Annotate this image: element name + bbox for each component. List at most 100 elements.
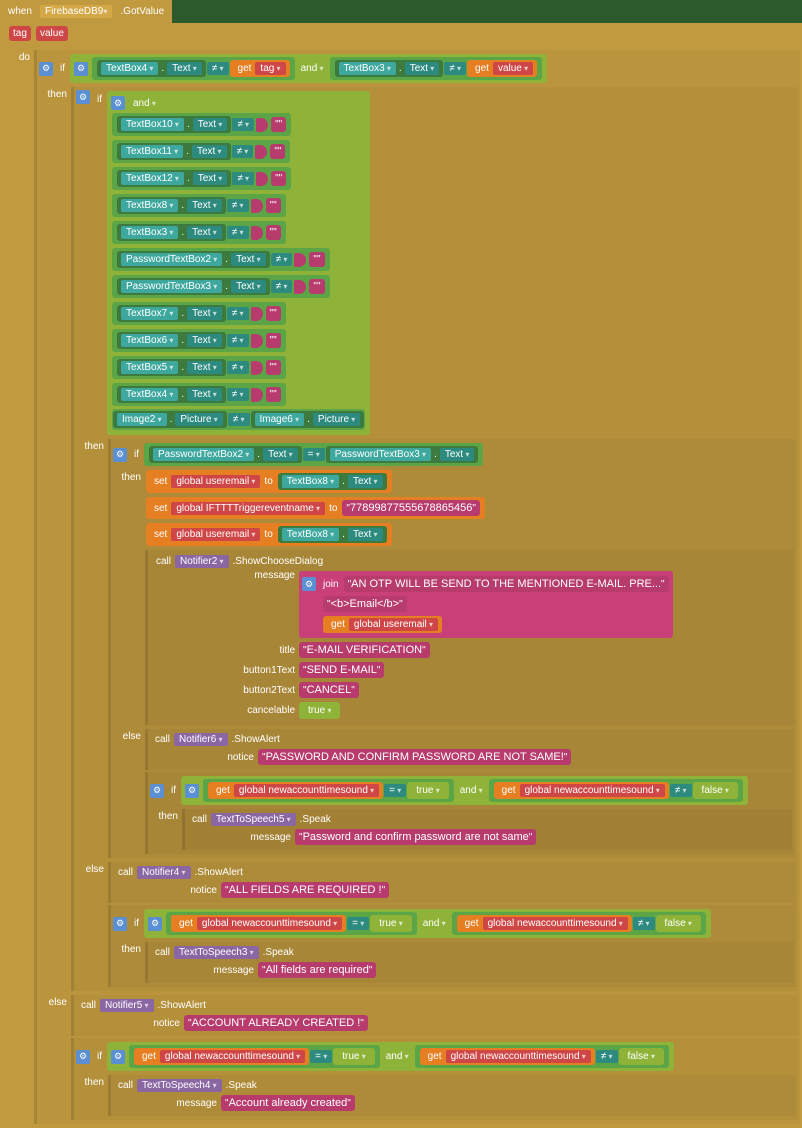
string-literal[interactable]: " " (266, 306, 281, 321)
gear-icon[interactable] (302, 577, 316, 591)
string-literal[interactable]: " " (266, 387, 281, 402)
property-getter[interactable]: TextBox3. Text (335, 60, 444, 77)
string-literal[interactable]: " " (271, 171, 286, 186)
when-keyword: when (4, 5, 36, 18)
property-getter[interactable]: TextBox3.Text (117, 224, 226, 241)
gear-icon[interactable] (76, 1050, 90, 1064)
compare-block[interactable]: getglobal newaccounttimesound=true (129, 1045, 380, 1068)
string-literal[interactable]: " PASSWORD AND CONFIRM PASSWORD ARE NOT … (258, 749, 571, 765)
gear-icon[interactable] (113, 448, 127, 462)
call-tts[interactable]: callTextToSpeech3.Speakmessage" All fiel… (145, 942, 794, 983)
string-literal[interactable]: " " (266, 360, 281, 375)
true-block[interactable]: true (299, 702, 340, 719)
component-dropdown[interactable]: FirebaseDB9 (40, 5, 112, 18)
string-literal[interactable]: " ACCOUNT ALREADY CREATED ! " (184, 1015, 368, 1031)
gear-icon[interactable] (111, 96, 125, 110)
compare-block[interactable]: PasswordTextBox3.Text≠" " (112, 275, 330, 298)
get-block[interactable]: get value (467, 60, 537, 77)
property-getter[interactable]: TextBox10.Text (117, 116, 231, 133)
call-tts[interactable]: callTextToSpeech4.Speakmessage" Account … (108, 1075, 796, 1116)
param-value[interactable]: value (36, 26, 68, 41)
property-getter[interactable]: TextBox5.Text (117, 359, 226, 376)
compare-block[interactable]: TextBox3. Text ≠ get value (330, 57, 543, 80)
socket-icon (251, 388, 263, 402)
property-getter[interactable]: TextBox6.Text (117, 332, 226, 349)
and-block[interactable]: TextBox4. Text ≠ get tag and TextBox3. T… (70, 54, 547, 83)
event-block[interactable]: when FirebaseDB9 .GotValue (0, 0, 172, 23)
string-literal[interactable]: " " (271, 117, 286, 132)
property-getter[interactable]: PasswordTextBox2.Text (117, 251, 270, 268)
gear-icon[interactable] (76, 90, 90, 104)
compare-block[interactable]: TextBox11.Text≠" " (112, 140, 290, 163)
join-block[interactable]: join " AN OTP WILL BE SEND TO THE MENTIO… (299, 571, 673, 638)
property-getter[interactable]: TextBox8.Text (117, 197, 226, 214)
compare-block[interactable]: TextBox8.Text≠" " (112, 194, 286, 217)
socket-icon (256, 118, 268, 132)
string-literal[interactable]: " " (266, 333, 281, 348)
string-literal[interactable]: " All fields are required " (258, 962, 376, 978)
set-block[interactable]: setglobal useremailtoTextBox8.Text (146, 523, 392, 546)
call-dialog[interactable]: call Notifier2 .ShowChooseDialog message… (145, 550, 794, 725)
gear-icon[interactable] (39, 62, 53, 76)
compare-block[interactable]: Image2.Picture ≠ Image6.Picture (112, 409, 365, 430)
property-getter[interactable]: TextBox4.Text (117, 386, 226, 403)
property-getter[interactable]: TextBox4. Text (97, 60, 206, 77)
property-getter[interactable]: TextBox12.Text (117, 170, 231, 187)
call-tts[interactable]: callTextToSpeech5.Speakmessage" Password… (182, 809, 792, 850)
get-block[interactable]: get tag (230, 60, 290, 77)
param-tag[interactable]: tag (9, 26, 31, 41)
string-literal[interactable]: " Account already created " (221, 1095, 355, 1111)
string-literal[interactable]: " " (266, 225, 281, 240)
string-literal[interactable]: " " (270, 144, 285, 159)
if-sound[interactable]: ifgetglobal newaccounttimesound=trueandg… (71, 1038, 798, 1120)
compare-block[interactable]: TextBox3.Text≠" " (112, 221, 286, 244)
compare-block[interactable]: PasswordTextBox2.Text = PasswordTextBox3… (144, 443, 483, 466)
property-getter[interactable]: PasswordTextBox3.Text (117, 278, 270, 295)
compare-block[interactable]: getglobal newaccounttimesound=true (166, 912, 417, 935)
gear-icon[interactable] (150, 784, 164, 798)
string-literal[interactable]: " ALL FIELDS ARE REQUIRED ! " (221, 882, 389, 898)
string-literal[interactable]: " " (266, 198, 281, 213)
string-literal[interactable]: " " (309, 252, 324, 267)
and-block[interactable]: getglobal newaccounttimesound=trueandget… (107, 1042, 674, 1071)
property-getter[interactable]: TextBox11.Text (117, 143, 231, 160)
gear-icon[interactable] (113, 917, 127, 931)
call-alert[interactable]: callNotifier5.ShowAlertnotice" ACCOUNT A… (71, 995, 798, 1036)
property-getter[interactable]: TextBox8.Text (278, 526, 387, 543)
gear-icon[interactable] (74, 62, 88, 76)
compare-block[interactable]: PasswordTextBox2.Text≠" " (112, 248, 330, 271)
if-block-3[interactable]: if PasswordTextBox2.Text = PasswordTextB… (108, 439, 796, 858)
compare-block[interactable]: TextBox6.Text≠" " (112, 329, 286, 352)
compare-block[interactable]: TextBox4. Text ≠ get tag (92, 57, 295, 80)
property-getter[interactable]: TextBox7.Text (117, 305, 226, 322)
compare-block[interactable]: getglobal newaccounttimesound≠false (452, 912, 706, 935)
property-getter[interactable]: TextBox8.Text (278, 473, 387, 490)
if-block-2[interactable]: if and TextBox10.Text≠" "TextBox11.Text≠… (71, 87, 798, 991)
gear-icon[interactable] (111, 1050, 125, 1064)
string-literal[interactable]: " Password and confirm password are not … (295, 829, 536, 845)
compare-block[interactable]: getglobal newaccounttimesound≠false (415, 1045, 669, 1068)
set-block[interactable]: setglobal useremailtoTextBox8.Text (146, 470, 392, 493)
string-literal[interactable]: " " (309, 279, 324, 294)
compare-block[interactable]: getglobal newaccounttimesound=true (203, 779, 454, 802)
compare-block[interactable]: TextBox5.Text≠" " (112, 356, 286, 379)
call-alert[interactable]: callNotifier6.ShowAlertnotice" PASSWORD … (145, 729, 794, 770)
string-literal[interactable]: " 77899877555678865456 " (342, 500, 479, 516)
gear-icon[interactable] (185, 784, 199, 798)
compare-block[interactable]: TextBox4.Text≠" " (112, 383, 286, 406)
if-sound[interactable]: ifgetglobal newaccounttimesound=trueandg… (108, 905, 796, 987)
compare-block[interactable]: TextBox7.Text≠" " (112, 302, 286, 325)
if-block-outer[interactable]: if TextBox4. Text ≠ get tag and TextBox3… (34, 50, 800, 1124)
socket-icon (251, 361, 263, 375)
compare-block[interactable]: TextBox10.Text≠" " (112, 113, 291, 136)
gear-icon[interactable] (148, 917, 162, 931)
socket-icon (294, 280, 306, 294)
and-chain[interactable]: and TextBox10.Text≠" "TextBox11.Text≠" "… (107, 91, 370, 435)
and-block[interactable]: getglobal newaccounttimesound=trueandget… (144, 909, 711, 938)
if-sound[interactable]: ifgetglobal newaccounttimesound=trueandg… (145, 772, 794, 854)
compare-block[interactable]: getglobal newaccounttimesound≠false (489, 779, 743, 802)
compare-block[interactable]: TextBox12.Text≠" " (112, 167, 291, 190)
call-alert[interactable]: callNotifier4.ShowAlertnotice" ALL FIELD… (108, 862, 796, 903)
and-block[interactable]: getglobal newaccounttimesound=trueandget… (181, 776, 748, 805)
set-block[interactable]: setglobal IFTTTTriggereventnameto" 77899… (146, 497, 485, 519)
